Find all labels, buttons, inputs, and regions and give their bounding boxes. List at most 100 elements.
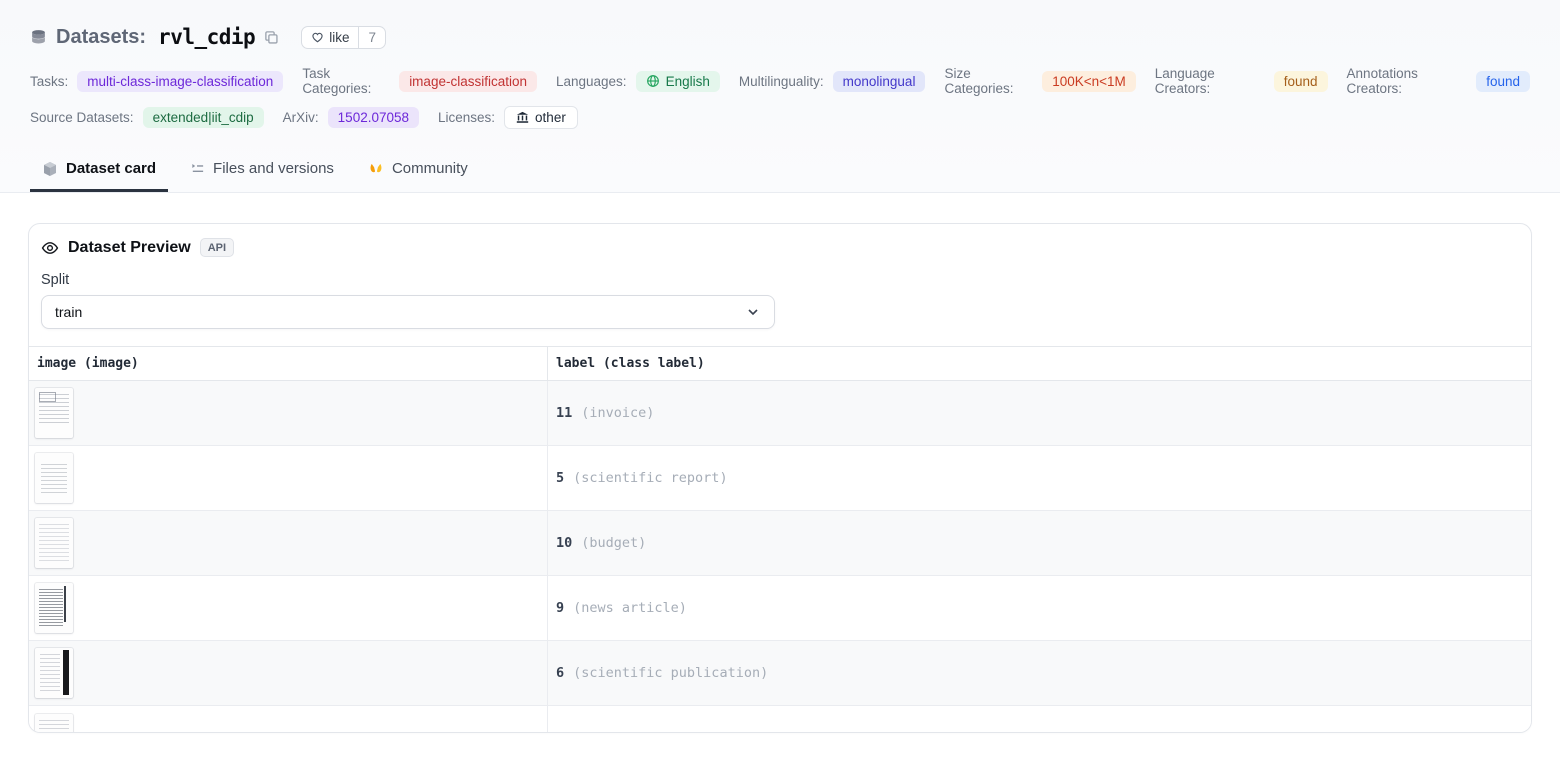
tag-pill-tasks[interactable]: multi-class-image-classification	[77, 71, 283, 92]
copy-icon[interactable]	[264, 30, 279, 45]
tag-pill-languages[interactable]: English	[636, 71, 720, 92]
tag-pill-label: other	[535, 110, 566, 125]
tag-group-arxiv: ArXiv: 1502.07058	[283, 107, 419, 128]
cube-icon	[42, 161, 58, 177]
tag-pill-licenses[interactable]: other	[504, 106, 578, 129]
tag-group-annotations-creators: Annotations Creators: found	[1347, 66, 1530, 96]
label-cell: 6 (scientific publication)	[548, 641, 1531, 705]
tag-group-label: Language Creators:	[1155, 66, 1265, 96]
image-cell	[29, 381, 548, 445]
preview-header: Dataset Preview API Split train	[29, 224, 1531, 329]
label-name: (invoice)	[581, 405, 654, 421]
table-row: 6 (scientific publication)	[29, 641, 1531, 706]
table-header-row: image (image) label (class label)	[29, 347, 1531, 381]
like-button[interactable]: like	[302, 27, 359, 48]
tag-pill-task-categories[interactable]: image-classification	[399, 71, 537, 92]
tab-label: Dataset card	[66, 160, 156, 177]
tag-group-task-categories: Task Categories: image-classification	[302, 66, 537, 96]
tag-rows: Tasks: multi-class-image-classification …	[30, 66, 1530, 129]
tag-pill-source-datasets[interactable]: extended|iit_cdip	[143, 107, 264, 128]
tab-dataset-card[interactable]: Dataset card	[30, 151, 168, 192]
split-select-value: train	[55, 304, 82, 320]
tag-group-tasks: Tasks: multi-class-image-classification	[30, 71, 283, 92]
tag-pill-language-creators[interactable]: found	[1274, 71, 1328, 92]
split-label: Split	[41, 272, 1519, 288]
table-row: 11 (invoice)	[29, 381, 1531, 446]
api-badge[interactable]: API	[200, 238, 234, 257]
tag-pill-size-categories[interactable]: 100K<n<1M	[1042, 71, 1136, 92]
table-row	[29, 706, 1531, 732]
label-name: (news article)	[573, 600, 687, 616]
tag-group-label: Task Categories:	[302, 66, 390, 96]
tag-pill-multilinguality[interactable]: monolingual	[833, 71, 926, 92]
preview-table: image (image) label (class label) 11 (in…	[29, 346, 1531, 732]
database-icon	[30, 29, 47, 46]
tab-community[interactable]: Community	[356, 151, 480, 192]
tag-group-multilinguality: Multilinguality: monolingual	[739, 71, 926, 92]
document-thumbnail	[35, 714, 73, 732]
tag-group-languages: Languages: English	[556, 71, 720, 92]
globe-icon	[646, 74, 660, 88]
column-header-image: image (image)	[29, 347, 548, 380]
preview-title: Dataset Preview	[68, 239, 191, 257]
document-thumbnail	[35, 453, 73, 503]
tag-group-licenses: Licenses: other	[438, 106, 578, 129]
label-cell: 5 (scientific report)	[548, 446, 1531, 510]
label-name: (budget)	[581, 535, 646, 551]
label-value: 11	[556, 405, 572, 421]
tag-group-label: Multilinguality:	[739, 74, 824, 89]
column-header-label: label (class label)	[548, 347, 1531, 380]
like-label: like	[329, 30, 349, 45]
tag-group-label: Annotations Creators:	[1347, 66, 1468, 96]
tag-group-label: ArXiv:	[283, 110, 319, 125]
tag-group-source-datasets: Source Datasets: extended|iit_cdip	[30, 107, 264, 128]
bank-icon	[516, 111, 529, 124]
label-value: 5	[556, 470, 564, 486]
label-name: (scientific report)	[573, 470, 727, 486]
image-cell	[29, 446, 548, 510]
main-content: Dataset Preview API Split train image (i…	[0, 193, 1560, 733]
label-cell: 10 (budget)	[548, 511, 1531, 575]
like-widget: like 7	[301, 26, 386, 49]
like-count[interactable]: 7	[359, 27, 385, 48]
image-cell	[29, 511, 548, 575]
tab-label: Files and versions	[213, 160, 334, 177]
document-thumbnail	[35, 388, 73, 438]
tag-pill-label: English	[666, 74, 710, 89]
heart-icon	[311, 31, 324, 44]
section-label: Datasets:	[56, 26, 146, 49]
table-row: 9 (news article)	[29, 576, 1531, 641]
label-value: 9	[556, 600, 564, 616]
table-row: 10 (budget)	[29, 511, 1531, 576]
tag-group-language-creators: Language Creators: found	[1155, 66, 1328, 96]
tab-files-and-versions[interactable]: Files and versions	[178, 151, 346, 192]
table-row: 5 (scientific report)	[29, 446, 1531, 511]
label-cell: 11 (invoice)	[548, 381, 1531, 445]
dataset-preview-card: Dataset Preview API Split train image (i…	[28, 223, 1532, 733]
tab-bar: Dataset card Files and versions Communit…	[30, 151, 1530, 192]
dataset-name: rvl_cdip	[158, 25, 255, 49]
tag-group-label: Source Datasets:	[30, 110, 134, 125]
tag-pill-annotations-creators[interactable]: found	[1476, 71, 1530, 92]
image-cell	[29, 576, 548, 640]
image-cell	[29, 641, 548, 705]
tag-row-2: Source Datasets: extended|iit_cdip ArXiv…	[30, 106, 1530, 129]
eye-icon	[41, 239, 59, 257]
chevron-down-icon	[745, 304, 761, 320]
files-versions-icon	[190, 161, 205, 176]
label-cell	[548, 706, 1531, 732]
tag-group-size-categories: Size Categories: 100K<n<1M	[944, 66, 1135, 96]
tag-group-label: Languages:	[556, 74, 627, 89]
document-thumbnail	[35, 648, 73, 698]
community-icon	[368, 161, 384, 177]
split-select[interactable]: train	[41, 295, 775, 329]
tag-row-1: Tasks: multi-class-image-classification …	[30, 66, 1530, 96]
image-cell	[29, 706, 548, 732]
tag-group-label: Licenses:	[438, 110, 495, 125]
label-value: 6	[556, 665, 564, 681]
document-thumbnail	[35, 518, 73, 568]
label-value: 10	[556, 535, 572, 551]
page-header: Datasets: rvl_cdip like 7 Tasks: multi-c…	[0, 0, 1560, 193]
tag-group-label: Size Categories:	[944, 66, 1033, 96]
tag-pill-arxiv[interactable]: 1502.07058	[328, 107, 419, 128]
